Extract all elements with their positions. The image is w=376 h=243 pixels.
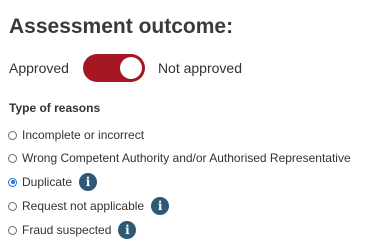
- toggle-knob: [119, 57, 142, 79]
- outcome-toggle-row: Approved Not approved: [9, 54, 242, 82]
- info-icon[interactable]: i: [79, 173, 98, 191]
- reason-option-fraud[interactable]: Fraud suspected i: [8, 220, 137, 240]
- not-approved-label: Not approved: [157, 60, 242, 76]
- reason-label: Request not applicable: [22, 199, 145, 213]
- radio-button[interactable]: [8, 130, 17, 140]
- radio-button-selected[interactable]: [8, 177, 17, 187]
- reasons-heading: Type of reasons: [9, 101, 101, 115]
- radio-button[interactable]: [8, 201, 17, 211]
- page-title: Assessment outcome:: [9, 15, 234, 38]
- radio-button[interactable]: [8, 225, 17, 235]
- reason-label: Fraud suspected: [22, 223, 112, 237]
- reason-option-not-applicable[interactable]: Request not applicable i: [8, 196, 170, 216]
- outcome-toggle-switch[interactable]: [82, 54, 145, 82]
- radio-button[interactable]: [8, 153, 17, 163]
- reason-option-incomplete[interactable]: Incomplete or incorrect: [8, 125, 144, 145]
- approved-label: Approved: [9, 60, 69, 76]
- reason-label: Incomplete or incorrect: [22, 128, 145, 142]
- info-icon[interactable]: i: [118, 221, 137, 239]
- info-icon[interactable]: i: [151, 197, 170, 215]
- reason-label: Duplicate: [22, 175, 73, 189]
- reason-option-wrong-authority[interactable]: Wrong Competent Authority and/or Authori…: [8, 148, 351, 168]
- reason-label: Wrong Competent Authority and/or Authori…: [22, 151, 351, 165]
- reason-option-duplicate[interactable]: Duplicate i: [8, 172, 98, 192]
